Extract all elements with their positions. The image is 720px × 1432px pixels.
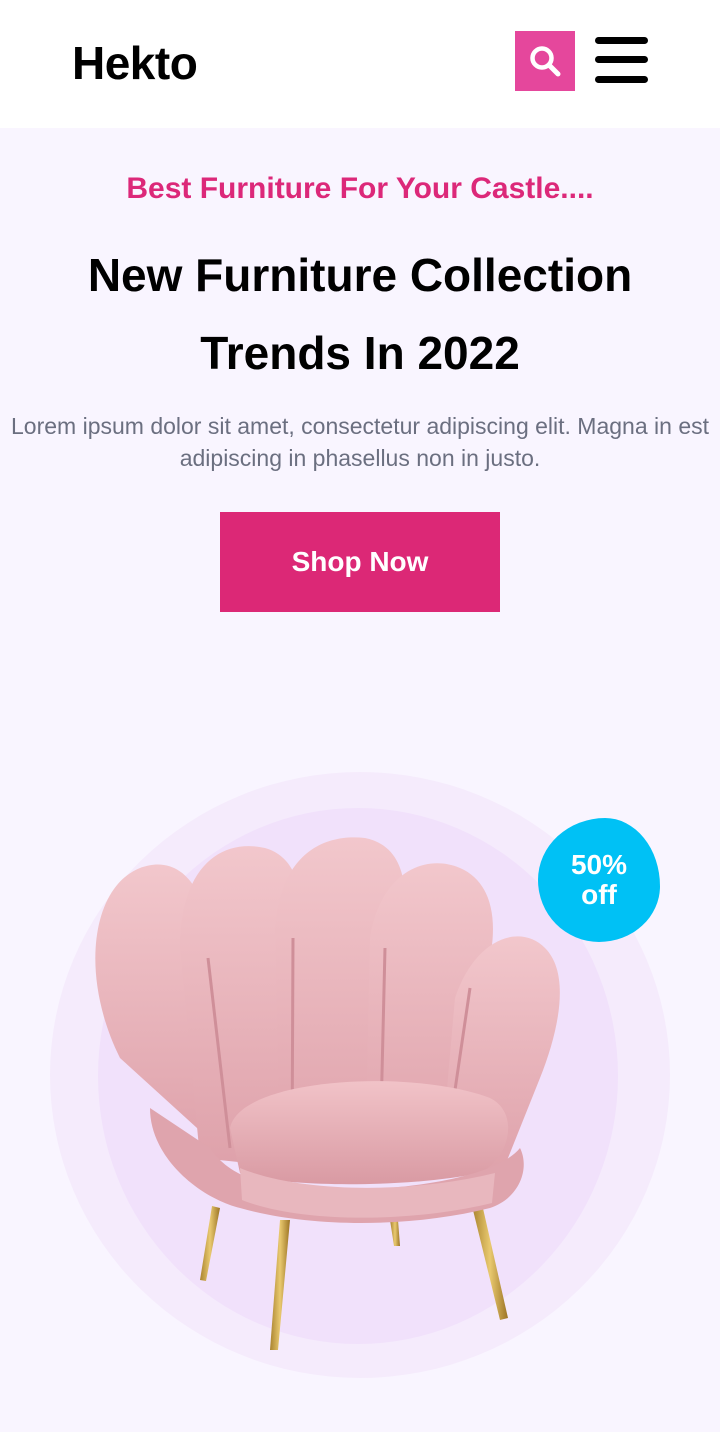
hero-section: Best Furniture For Your Castle.... New F… [0, 128, 720, 1432]
hero-headline: New Furniture Collection Trends In 2022 [40, 236, 680, 392]
hero-tagline: Best Furniture For Your Castle.... [126, 172, 594, 205]
search-button[interactable] [515, 31, 575, 91]
logo[interactable]: Hekto [72, 36, 198, 90]
pink-armchair-image [95, 837, 560, 1350]
top-navbar: Hekto [0, 0, 720, 128]
hero-headline-line2: Trends In 2022 [200, 327, 520, 379]
shop-now-button[interactable]: Shop Now [220, 512, 500, 612]
search-icon [530, 46, 561, 77]
hero-headline-line1: New Furniture Collection [87, 249, 633, 301]
hamburger-menu-icon[interactable] [595, 37, 648, 83]
hero-description: Lorem ipsum dolor sit amet, consectetur … [11, 413, 709, 471]
discount-badge-label: off [581, 879, 617, 910]
discount-badge-value: 50% [570, 849, 628, 880]
discount-badge: 50% off [538, 818, 660, 942]
